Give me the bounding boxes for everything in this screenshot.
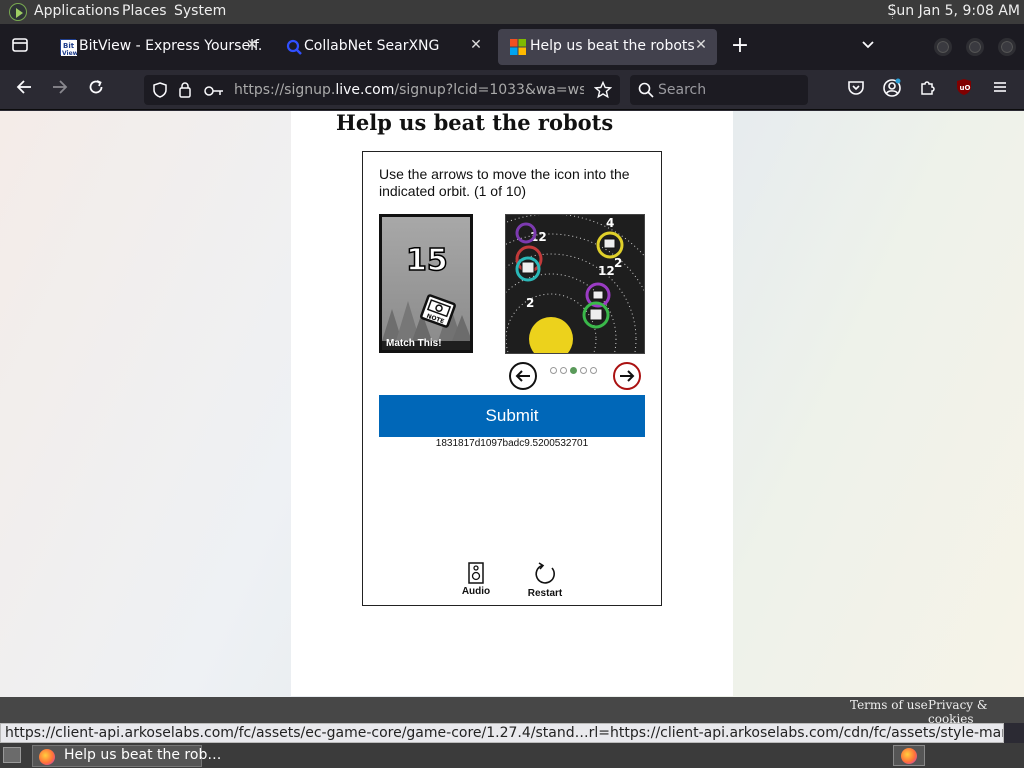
back-arrow-icon[interactable] [12, 78, 36, 102]
page-footer: Terms of use Privacy & cookies [0, 697, 1024, 726]
match-number: 15 [405, 242, 448, 279]
url-text[interactable]: https://signup.live.com/signup?lcid=1033… [234, 82, 584, 98]
right-arrow-button[interactable] [613, 362, 641, 390]
taskbar-window-firefox[interactable]: Help us beat the rob… [32, 745, 221, 767]
search-icon [638, 82, 654, 102]
terms-of-use-link[interactable]: Terms of use [850, 698, 928, 712]
speaker-icon [468, 562, 484, 584]
tab-title: Help us beat the robots [530, 38, 695, 54]
progress-dot [550, 367, 557, 374]
orbit-puzzle-image: 12 4 12 2 2 [505, 214, 645, 354]
search-bar[interactable] [630, 75, 808, 105]
progress-dot [580, 367, 587, 374]
searxng-icon [286, 39, 302, 55]
captcha-instructions: Use the arrows to move the icon into the… [379, 166, 630, 199]
audio-button[interactable]: Audio [451, 562, 501, 597]
firefox-icon [39, 749, 55, 765]
svg-text:Bit: Bit [63, 42, 75, 50]
target-object-icon: NOTE [420, 294, 456, 328]
restart-label: Restart [527, 588, 563, 599]
restart-icon [535, 562, 555, 584]
close-window-button[interactable] [998, 38, 1016, 56]
tab-help-us-beat-the-robots[interactable]: Help us beat the robots ✕ [498, 29, 717, 65]
restart-button[interactable]: Restart [520, 562, 570, 599]
submit-button[interactable]: Submit [379, 395, 645, 437]
taskbar-window-title: Help us beat the rob… [64, 747, 222, 763]
svg-text:View: View [62, 50, 77, 56]
orbit-scene: 12 4 12 2 2 [506, 215, 644, 353]
url-bar[interactable]: https://signup.live.com/signup?lcid=1033… [144, 75, 620, 105]
system-menu[interactable]: System [174, 3, 226, 19]
tracking-protection-shield-icon[interactable] [152, 82, 168, 102]
tab-close-icon[interactable]: ✕ [468, 37, 484, 55]
right-arrow-icon [620, 370, 635, 382]
match-this-label: Match This! [386, 338, 442, 349]
clock[interactable]: Sun Jan 5, 9:08 AM [888, 3, 1020, 19]
extensions-puzzle-icon[interactable] [916, 78, 940, 102]
left-arrow-icon [515, 370, 530, 382]
left-arrow-button[interactable] [509, 362, 537, 390]
progress-dot [590, 367, 597, 374]
tab-bitview[interactable]: Bit View BitView - Express Yourself. ✕ [48, 29, 268, 65]
system-logo-icon[interactable] [9, 3, 27, 21]
match-card-image: 15 NOTE [382, 217, 470, 341]
list-all-tabs-chevron-down-icon[interactable] [858, 36, 878, 56]
progress-dots [550, 359, 600, 374]
page-title: Help us beat the robots [336, 110, 614, 135]
bottom-taskbar: Help us beat the rob… [0, 743, 1024, 768]
firefox-icon [901, 748, 917, 764]
status-url-tooltip: https://client-api.arkoselabs.com/fc/ass… [0, 723, 1004, 743]
svg-text:4: 4 [606, 216, 614, 230]
lock-icon[interactable] [178, 81, 192, 102]
audio-label: Audio [461, 586, 491, 597]
match-this-card: 15 NOTE Match This! [379, 214, 473, 353]
svg-text:2: 2 [614, 256, 622, 270]
key-icon[interactable] [204, 83, 224, 102]
microsoft-icon [510, 39, 526, 55]
bitview-icon: Bit View [60, 39, 79, 57]
progress-dot [560, 367, 567, 374]
forward-arrow-icon[interactable] [48, 78, 72, 102]
firefox-view-button[interactable] [10, 36, 30, 56]
hamburger-menu-icon[interactable] [988, 78, 1012, 102]
firefox-view-icon [12, 38, 28, 52]
search-input[interactable] [658, 80, 798, 100]
top-panel: Applications Places System Sun Jan 5, 9:… [0, 0, 1024, 24]
svg-text:12: 12 [598, 264, 615, 278]
new-tab-plus-icon[interactable]: + [730, 35, 750, 57]
show-desktop-icon[interactable] [3, 747, 21, 763]
tab-close-icon[interactable]: ✕ [244, 37, 260, 55]
tab-title: BitView - Express Yourself. [79, 38, 263, 54]
applications-menu[interactable]: Applications [34, 3, 120, 19]
ublock-origin-icon[interactable]: uO [952, 78, 976, 102]
captcha-puzzle: Use the arrows to move the icon into the… [362, 151, 662, 606]
session-token: 1831817d1097badc9.5200532701 [435, 438, 589, 449]
minimize-button[interactable] [934, 38, 952, 56]
tab-title: CollabNet SearXNG [304, 38, 440, 54]
privacy-link[interactable]: Privacy & cookies [928, 698, 1024, 726]
navigation-toolbar: https://signup.live.com/signup?lcid=1033… [0, 70, 1024, 110]
maximize-button[interactable] [966, 38, 984, 56]
svg-text:uO: uO [960, 84, 971, 92]
bookmark-star-icon[interactable] [593, 80, 613, 103]
pocket-icon[interactable] [844, 78, 868, 102]
svg-text:2: 2 [526, 296, 534, 310]
account-icon[interactable] [880, 78, 904, 102]
progress-dot-current [570, 367, 577, 374]
reload-icon[interactable] [84, 78, 108, 102]
tab-bar: Bit View BitView - Express Yourself. ✕ Co… [0, 24, 1024, 70]
places-menu[interactable]: Places [122, 3, 167, 19]
tab-searxng[interactable]: CollabNet SearXNG ✕ [274, 29, 492, 65]
workspace-switcher[interactable] [893, 745, 925, 766]
tab-close-icon[interactable]: ✕ [693, 37, 709, 55]
